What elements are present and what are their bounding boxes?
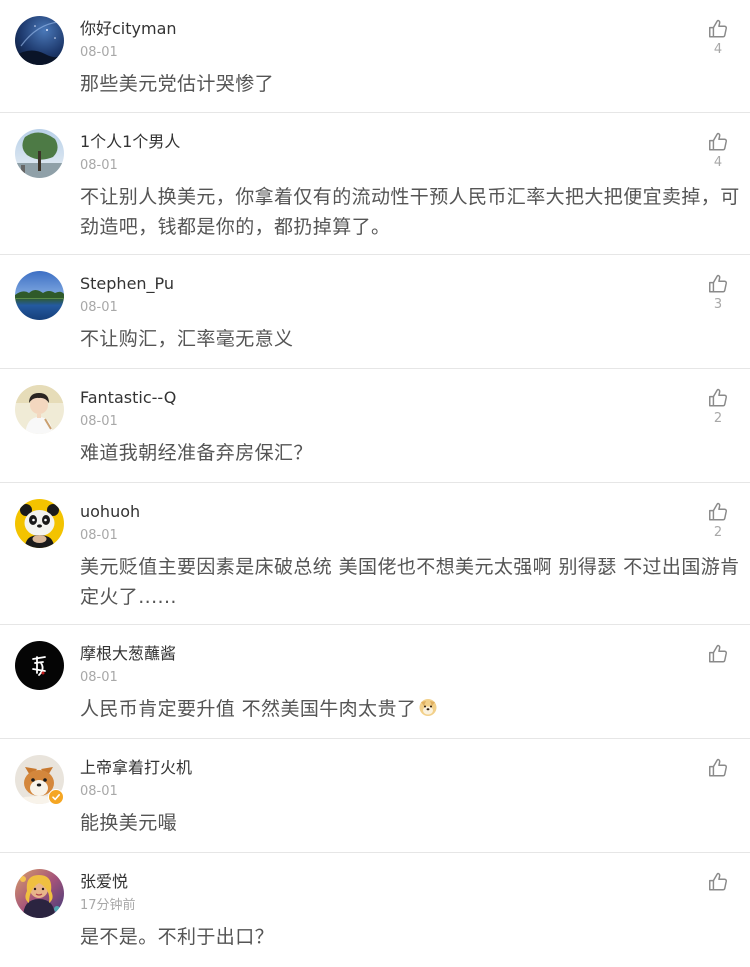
verified-badge-icon: [48, 789, 64, 805]
comment-author-name[interactable]: 1个人1个男人: [80, 131, 180, 153]
comment-text-content: 人民币肯定要升值 不然美国牛肉太贵了: [80, 698, 417, 720]
like-count: 2: [713, 525, 723, 540]
like-button[interactable]: 3: [704, 273, 732, 319]
thumbs-up-icon: [707, 131, 729, 153]
tree-sky-avatar[interactable]: [15, 129, 64, 178]
comment-time: 17分钟前: [80, 898, 136, 913]
comment-item: 1个人1个男人 08-01 不让别人换美元，你拿着仅有的流动性干预人民币汇率大把…: [0, 113, 750, 255]
comment-time: 08-01: [80, 784, 118, 799]
comment-text-content: 是不是。不利于出口？: [80, 926, 275, 948]
doge-emoji: [418, 696, 438, 716]
comment-text: 是不是。不利于出口？: [80, 922, 740, 952]
comment-text: 能换美元嘬: [80, 808, 740, 838]
comment-text-content: 能换美元嘬: [80, 812, 178, 834]
comment-time: 08-01: [80, 670, 118, 685]
comment-author-name[interactable]: uohuoh: [80, 501, 140, 523]
like-count: 3: [713, 297, 723, 312]
like-count: 4: [713, 42, 723, 57]
like-button[interactable]: [704, 643, 732, 689]
person-avatar[interactable]: [15, 385, 64, 434]
comment-item: 上帝拿着打火机 08-01 能换美元嘬: [0, 739, 750, 853]
black-logo-avatar[interactable]: [15, 641, 64, 690]
like-button[interactable]: [704, 757, 732, 803]
comment-time: 08-01: [80, 300, 118, 315]
thumbs-up-icon: [707, 757, 729, 779]
comment-time: 08-01: [80, 45, 118, 60]
like-count: 4: [713, 155, 723, 170]
comment-text-content: 美元贬值主要因素是床破总统 美国佬也不想美元太强啊 别得瑟 不过出国游肯定火了.…: [80, 556, 740, 608]
night-sky-avatar[interactable]: [15, 16, 64, 65]
like-count: 2: [713, 411, 723, 426]
comment-time: 08-01: [80, 414, 118, 429]
comment-item: 摩根大葱蘸酱 08-01 人民币肯定要升值 不然美国牛肉太贵了: [0, 625, 750, 739]
like-button[interactable]: 2: [704, 501, 732, 547]
thumbs-up-icon: [707, 387, 729, 409]
comment-text: 那些美元党估计哭惨了: [80, 69, 740, 99]
comment-author-name[interactable]: 摩根大葱蘸酱: [80, 643, 176, 665]
comment-text-content: 难道我朝经准备弃房保汇？: [80, 442, 313, 464]
thumbs-up-icon: [707, 643, 729, 665]
comment-author-name[interactable]: Stephen_Pu: [80, 273, 174, 295]
comment-text-content: 不让别人换美元，你拿着仅有的流动性干预人民币汇率大把大把便宜卖掉，可劲造吧，钱都…: [80, 186, 740, 238]
comment-text-content: 不让购汇，汇率毫无意义: [80, 328, 294, 350]
like-button[interactable]: [704, 871, 732, 917]
comment-author-name[interactable]: 张爱悦: [80, 871, 128, 893]
comment-text-content: 那些美元党估计哭惨了: [80, 73, 275, 95]
comment-author-name[interactable]: Fantastic--Q: [80, 387, 176, 409]
comment-author-name[interactable]: 你好cityman: [80, 18, 177, 40]
comment-item: 你好cityman 08-01 那些美元党估计哭惨了 4: [0, 0, 750, 113]
comment-text: 不让购汇，汇率毫无意义: [80, 324, 740, 354]
like-button[interactable]: 2: [704, 387, 732, 433]
comment-item: Fantastic--Q 08-01 难道我朝经准备弃房保汇？ 2: [0, 369, 750, 483]
lake-avatar[interactable]: [15, 271, 64, 320]
thumbs-up-icon: [707, 273, 729, 295]
thumbs-up-icon: [707, 501, 729, 523]
thumbs-up-icon: [707, 18, 729, 40]
comment-text: 难道我朝经准备弃房保汇？: [80, 438, 740, 468]
comment-item: uohuoh 08-01 美元贬值主要因素是床破总统 美国佬也不想美元太强啊 别…: [0, 483, 750, 625]
comment-text: 不让别人换美元，你拿着仅有的流动性干预人民币汇率大把大把便宜卖掉，可劲造吧，钱都…: [80, 182, 740, 242]
panda-avatar[interactable]: [15, 499, 64, 548]
like-button[interactable]: 4: [704, 131, 732, 177]
comment-text: 美元贬值主要因素是床破总统 美国佬也不想美元太强啊 别得瑟 不过出国游肯定火了.…: [80, 552, 740, 612]
illustration-avatar[interactable]: [15, 869, 64, 918]
comment-text: 人民币肯定要升值 不然美国牛肉太贵了: [80, 694, 740, 724]
comment-item: 张爱悦 17分钟前 是不是。不利于出口？: [0, 853, 750, 967]
like-button[interactable]: 4: [704, 18, 732, 64]
comment-list: 你好cityman 08-01 那些美元党估计哭惨了 4 1个人1个男人 08-…: [0, 0, 750, 967]
thumbs-up-icon: [707, 871, 729, 893]
comment-time: 08-01: [80, 158, 118, 173]
comment-author-name[interactable]: 上帝拿着打火机: [80, 757, 192, 779]
comment-time: 08-01: [80, 528, 118, 543]
comment-item: Stephen_Pu 08-01 不让购汇，汇率毫无意义 3: [0, 255, 750, 369]
